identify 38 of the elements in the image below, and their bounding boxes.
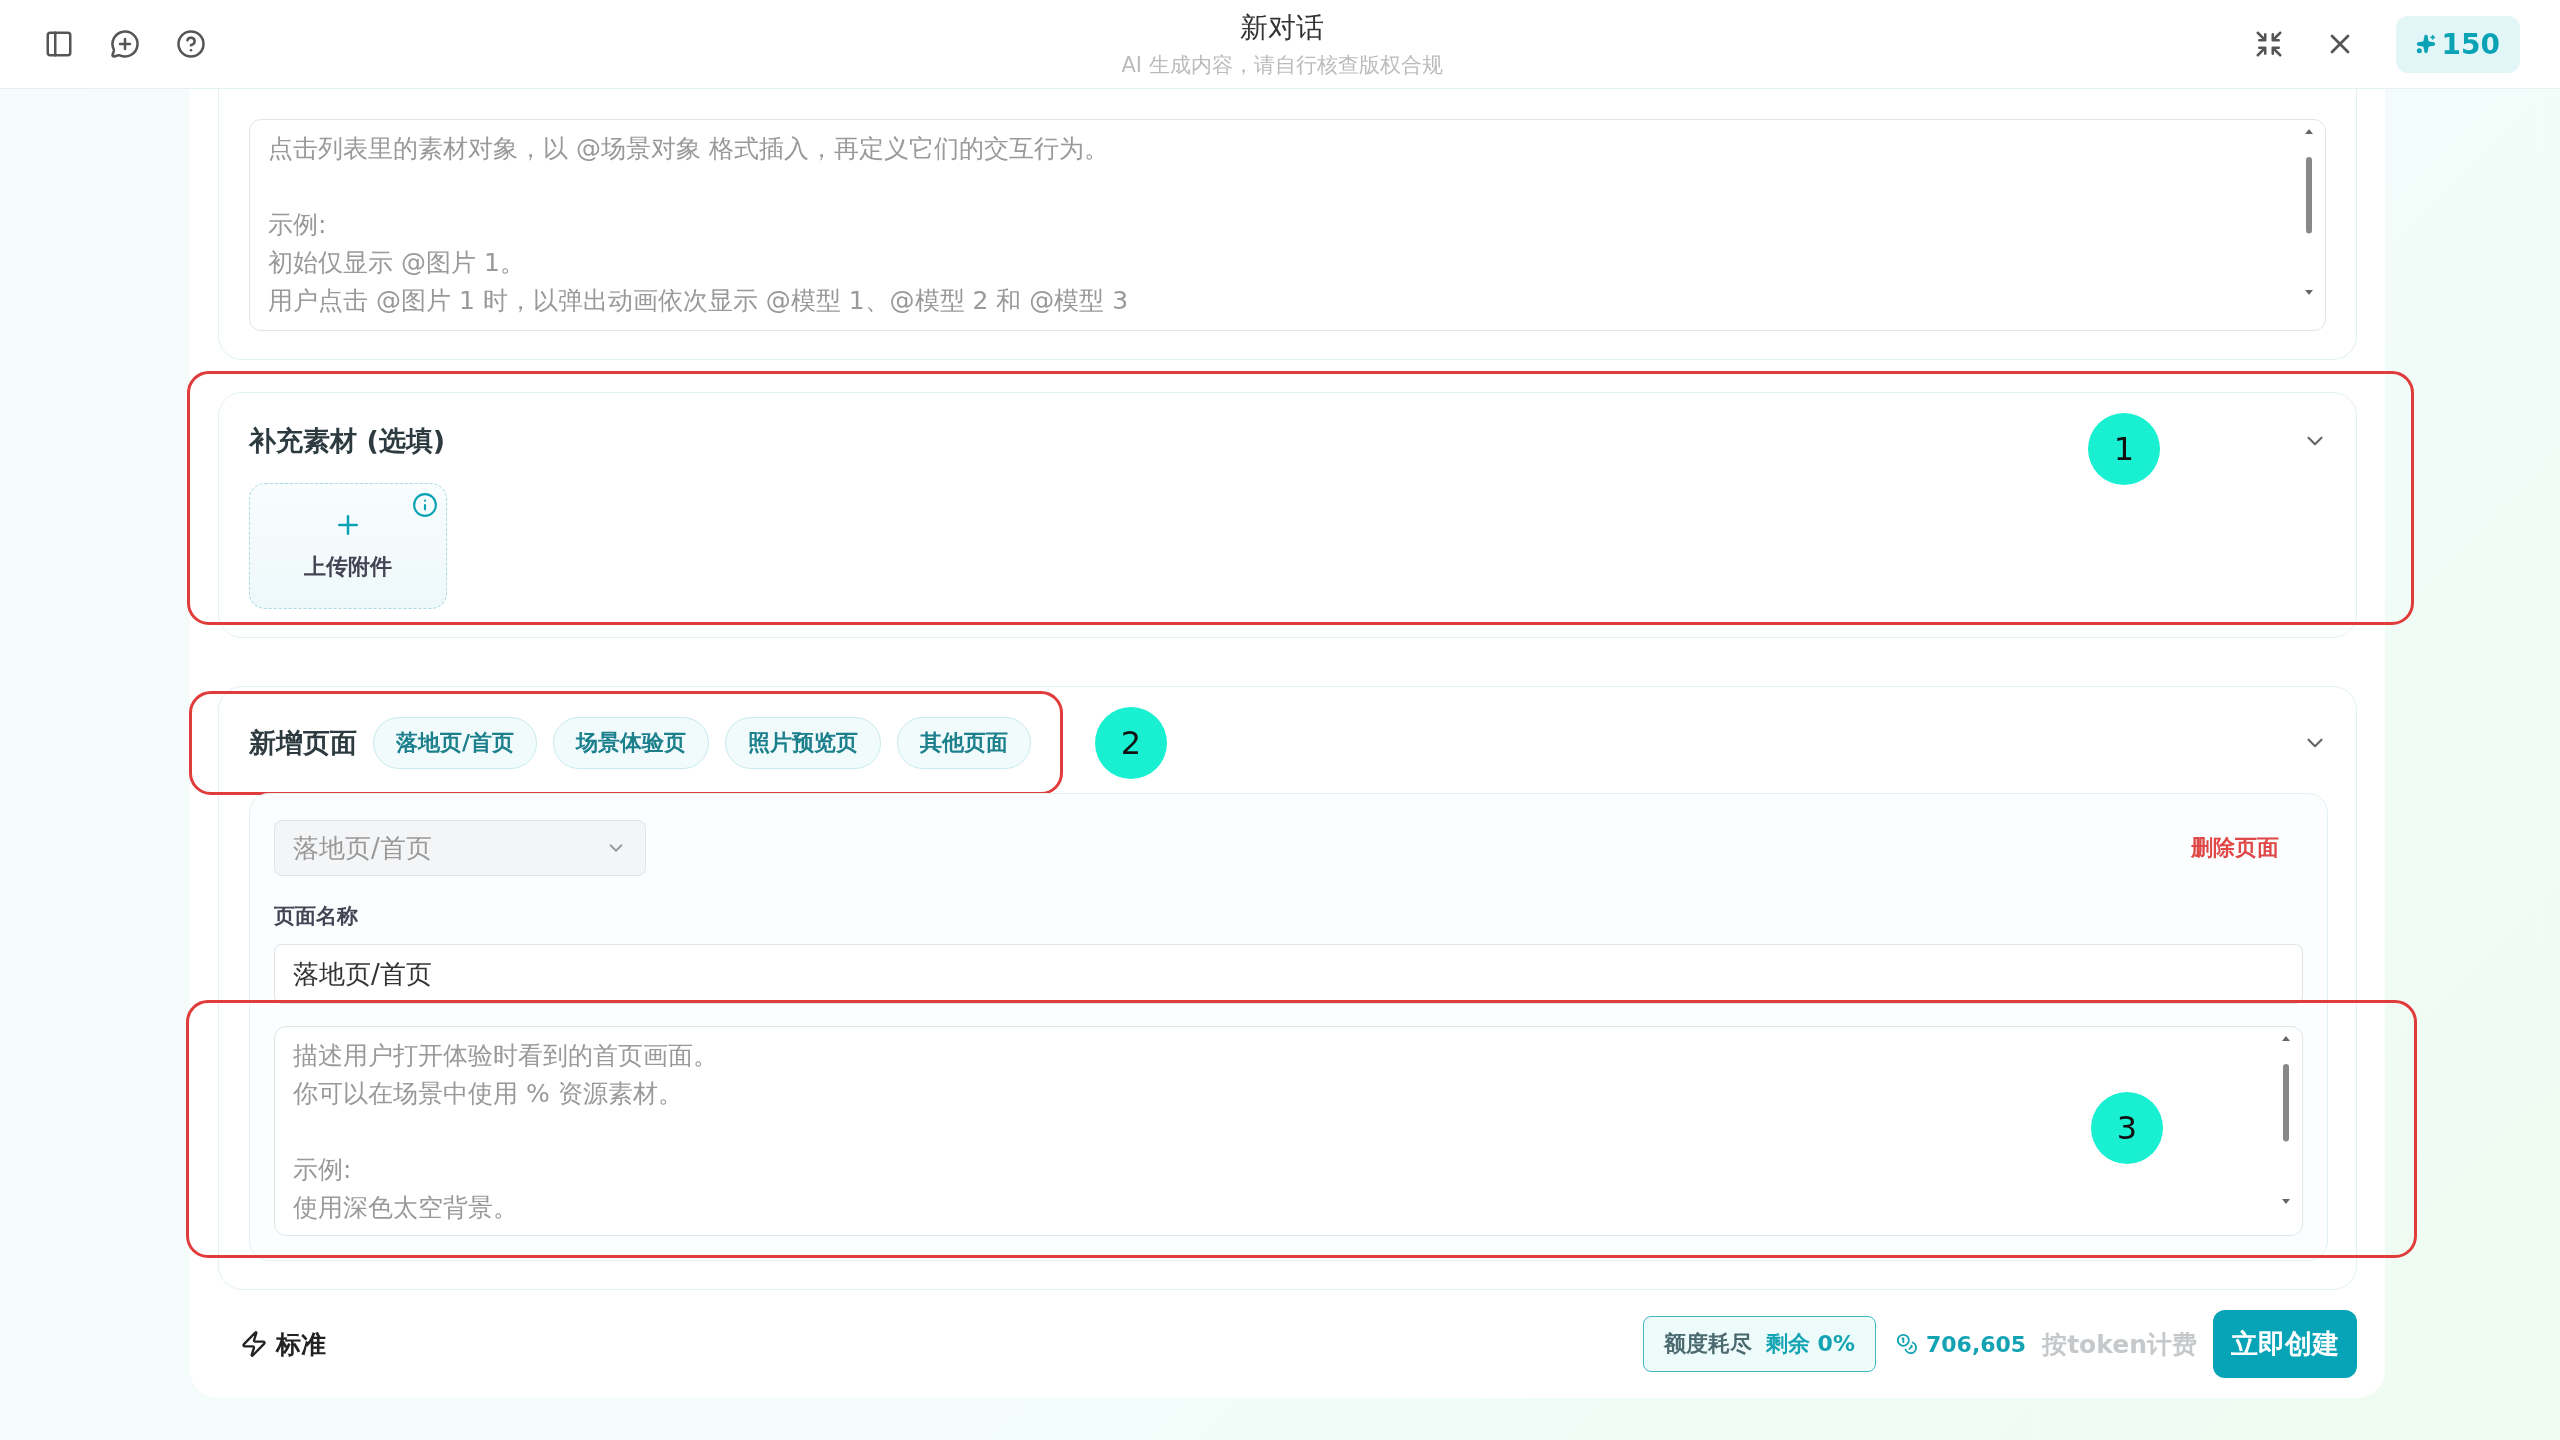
hint-text: 初始仅显示 @图片 1。 [268, 247, 526, 279]
section-title: 新增页面 [249, 726, 357, 760]
section-title: 补充素材 (选填) [249, 424, 446, 458]
new-chat-icon[interactable] [110, 29, 140, 59]
scrollbar-icon [2279, 1034, 2293, 1206]
page-type-tag[interactable]: 其他页面 [897, 717, 1032, 769]
upload-button[interactable]: 上传附件 [249, 483, 447, 609]
interaction-field[interactable]: 点击列表里的素材对象，以 @场景对象 格式插入，再定义它们的交互行为。 示例: 初始仅显示 @图片 1。 用户点击 @图片 1 时，以弹出动画依次显示 @模型 1、@模型 2 和 @模型 3 [249, 119, 2326, 331]
page-type-tag[interactable]: 场景体验页 [553, 717, 710, 769]
lightning-icon [240, 1330, 268, 1358]
hint-text: 你可以在场景中使用 % 资源素材。 [293, 1078, 684, 1110]
hint-text: 示例: [293, 1154, 353, 1186]
hint-text: 用户点击 @图片 1 时，以弹出动画依次显示 @模型 1、@模型 2 和 @模型 3 [268, 285, 1130, 317]
help-icon[interactable] [176, 29, 206, 59]
sparkle-icon [2415, 34, 2436, 54]
coins-icon [1895, 1333, 1918, 1355]
hint-text: 点击列表里的素材对象，以 @场景对象 格式插入，再定义它们的交互行为。 [268, 133, 1110, 165]
hint-text: 使用深色太空背景。 [293, 1192, 519, 1224]
scrollbar-icon [2302, 127, 2316, 297]
mode-button[interactable]: 标准 [234, 1326, 332, 1362]
quota-badge: 额度耗尽 剩余 0% [1642, 1316, 1876, 1372]
token-balance: 706,605 [1925, 1331, 2027, 1357]
field-label: 页面名称 [274, 903, 359, 930]
hint-text: 描述用户打开体验时看到的首页画面。 [293, 1040, 719, 1072]
window-title: 新对话 [1240, 10, 1324, 46]
page-type-tag[interactable]: 照片预览页 [725, 717, 882, 769]
info-icon[interactable] [412, 492, 438, 518]
delete-page-link[interactable]: 删除页面 [2191, 833, 2279, 863]
subtitle: AI 生成内容，请自行核查版权合规 [1121, 52, 1443, 79]
billing-label: 按token计费 [2042, 1328, 2197, 1361]
page-name-field[interactable]: 落地页/首页 [274, 944, 2303, 1004]
page-type-tag[interactable]: 落地页/首页 [373, 717, 538, 769]
annotation-number: 2 [1095, 707, 1167, 779]
create-button[interactable]: 立即创建 [2213, 1310, 2357, 1378]
hint-text: 示例: [268, 209, 328, 241]
credits-button[interactable]: 150 [2395, 15, 2520, 73]
sidebar-toggle-icon[interactable] [44, 29, 74, 59]
annotation-number: 1 [2088, 413, 2160, 485]
